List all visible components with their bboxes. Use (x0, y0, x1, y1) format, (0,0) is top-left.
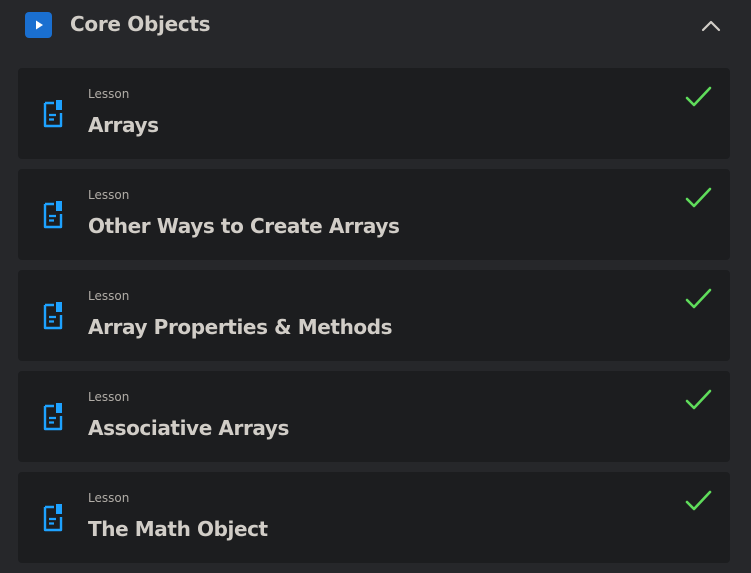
checkmark-icon (685, 187, 712, 208)
checkmark-icon (685, 86, 712, 107)
lesson-card[interactable]: Lesson The Math Object (18, 472, 730, 563)
lesson-kicker: Lesson (88, 87, 130, 101)
document-icon (43, 302, 63, 330)
document-icon (43, 100, 63, 128)
lesson-kicker: Lesson (88, 491, 130, 505)
lesson-kicker: Lesson (88, 390, 130, 404)
section-title: Core Objects (70, 12, 211, 36)
lesson-title: Arrays (88, 113, 159, 137)
lesson-title: The Math Object (88, 517, 268, 541)
chevron-up-icon[interactable] (699, 14, 723, 38)
checkmark-icon (685, 389, 712, 410)
lesson-card[interactable]: Lesson Associative Arrays (18, 371, 730, 462)
lesson-list: Lesson Arrays Lesson Other Ways to Creat… (18, 68, 730, 573)
checkmark-icon (685, 490, 712, 511)
document-icon (43, 504, 63, 532)
lesson-title: Array Properties & Methods (88, 315, 393, 339)
lesson-card[interactable]: Lesson Array Properties & Methods (18, 270, 730, 361)
section-header[interactable]: Core Objects (0, 0, 751, 50)
lesson-kicker: Lesson (88, 289, 130, 303)
play-triangle-icon (35, 20, 43, 30)
lesson-kicker: Lesson (88, 188, 130, 202)
document-icon (43, 201, 63, 229)
document-icon (43, 403, 63, 431)
lesson-card[interactable]: Lesson Arrays (18, 68, 730, 159)
play-icon (25, 12, 52, 38)
lesson-card[interactable]: Lesson Other Ways to Create Arrays (18, 169, 730, 260)
checkmark-icon (685, 288, 712, 309)
lesson-title: Associative Arrays (88, 416, 290, 440)
lesson-title: Other Ways to Create Arrays (88, 214, 400, 238)
